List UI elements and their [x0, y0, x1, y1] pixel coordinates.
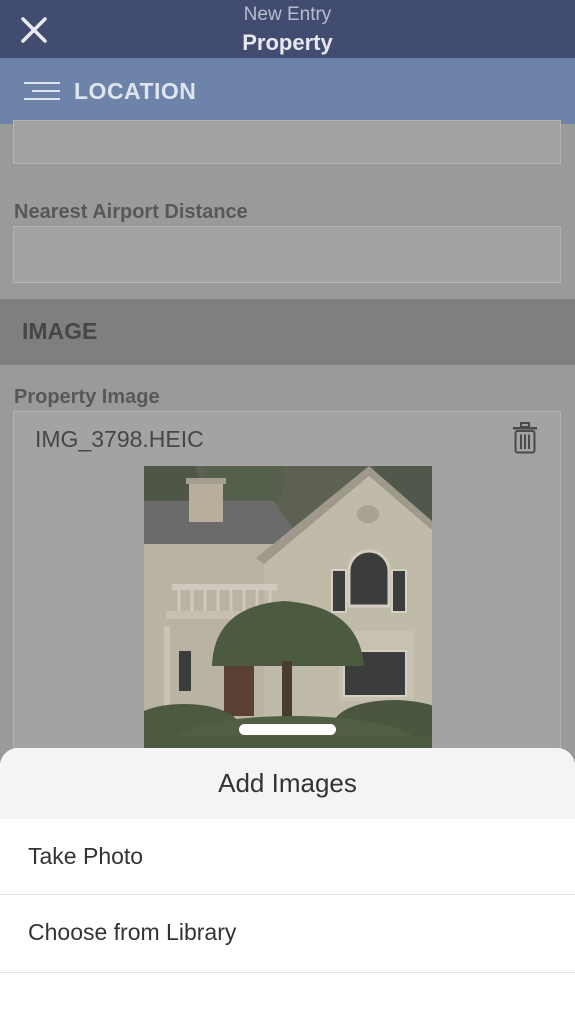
nearest-airport-distance-input[interactable] [13, 226, 561, 283]
house-image [144, 466, 432, 754]
image-group-title: IMAGE [22, 318, 98, 344]
choose-from-library-label: Choose from Library [28, 919, 237, 945]
trash-icon[interactable] [512, 422, 538, 454]
choose-from-library-option[interactable]: Choose from Library [0, 895, 575, 973]
nearest-airport-distance-label: Nearest Airport Distance [14, 201, 248, 223]
previous-field-input[interactable] [13, 120, 561, 164]
take-photo-label: Take Photo [28, 843, 144, 869]
property-image-preview[interactable] [144, 466, 432, 754]
action-sheet-title: Add Images [218, 768, 357, 798]
add-images-action-sheet: Add Images Take Photo Choose from Librar… [0, 748, 575, 1024]
take-photo-option[interactable]: Take Photo [0, 819, 575, 895]
action-sheet-header: Add Images [0, 748, 575, 819]
menu-icon [24, 82, 60, 100]
image-group-header: IMAGE [0, 299, 575, 365]
page-title: Property [242, 30, 333, 55]
property-image-label: Property Image [14, 386, 160, 408]
section-header-location[interactable]: LOCATION [0, 58, 575, 124]
navigation-bar: New Entry Property [0, 0, 575, 58]
home-indicator [239, 724, 336, 735]
nav-subtitle: New Entry [243, 4, 332, 25]
section-title: LOCATION [74, 78, 197, 104]
screen: New Entry Property LOCATION Nearest Airp… [0, 0, 575, 1024]
image-file-name: IMG_3798.HEIC [35, 426, 204, 452]
